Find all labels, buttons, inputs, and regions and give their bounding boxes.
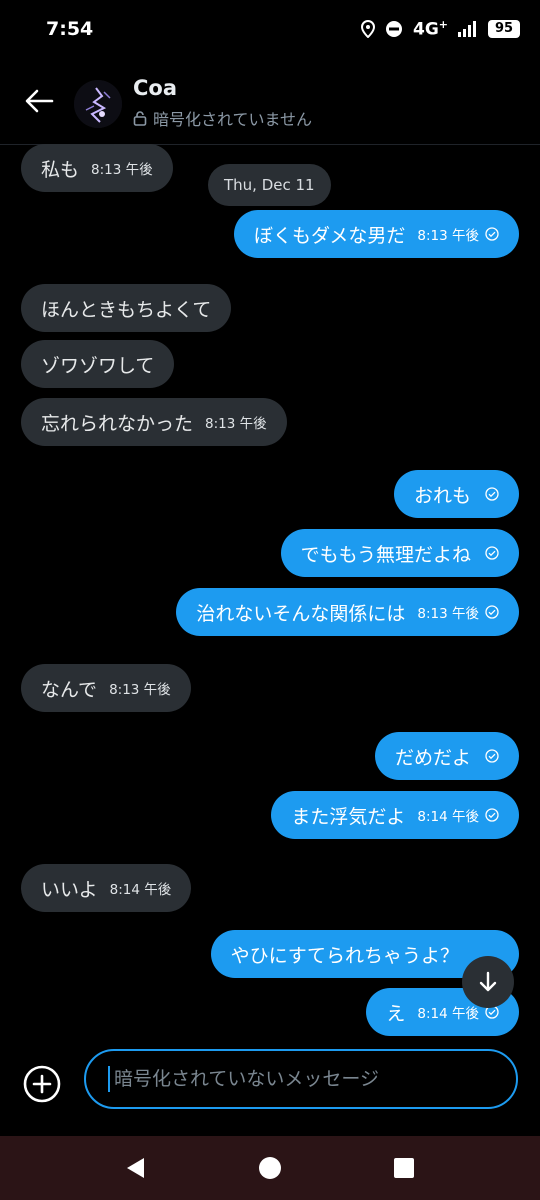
status-bar: 7:54 4G+ 95 bbox=[0, 0, 540, 62]
text-cursor bbox=[108, 1066, 110, 1092]
date-divider: Thu, Dec 11 bbox=[208, 164, 331, 206]
encryption-status: 暗号化されていません bbox=[133, 106, 312, 130]
message-bubble[interactable]: だめだよ bbox=[374, 732, 519, 780]
status-time: 7:54 bbox=[46, 18, 94, 40]
message-bubble[interactable]: ほんときもちよくて bbox=[21, 284, 232, 332]
status-icons: 4G+ 95 bbox=[360, 18, 520, 40]
read-check-icon bbox=[485, 808, 499, 822]
encryption-status-text: 暗号化されていません bbox=[153, 110, 313, 129]
battery-icon: 95 bbox=[488, 19, 520, 38]
message-bubble[interactable]: ゾワゾワして bbox=[21, 340, 175, 388]
message-list[interactable]: 私も 8:13 午後 Thu, Dec 11 ぼくもダメな男だ 8:13 午後 ほん… bbox=[0, 144, 540, 1036]
message-bubble[interactable]: また浮気だよ 8:14 午後 bbox=[271, 791, 519, 839]
message-input[interactable] bbox=[112, 1067, 516, 1091]
message-bubble[interactable]: なんで 8:13 午後 bbox=[21, 664, 191, 712]
signal-icon bbox=[458, 20, 476, 37]
nav-back-icon[interactable] bbox=[124, 1156, 146, 1180]
message-bubble[interactable]: でももう無理だよね bbox=[280, 529, 519, 577]
location-icon bbox=[360, 19, 375, 38]
scroll-to-bottom-button[interactable] bbox=[462, 956, 514, 1008]
message-composer bbox=[0, 1036, 540, 1136]
message-bubble[interactable]: 治れないそんな関係には 8:13 午後 bbox=[176, 588, 519, 636]
message-bubble[interactable]: 忘れられなかった 8:13 午後 bbox=[21, 398, 287, 446]
arrow-down-icon bbox=[479, 971, 497, 992]
read-check-icon bbox=[485, 605, 499, 619]
lock-icon bbox=[133, 111, 147, 126]
nav-recents-icon[interactable] bbox=[394, 1158, 414, 1178]
read-check-icon bbox=[485, 487, 499, 501]
read-check-icon bbox=[485, 227, 499, 241]
add-attachment-icon[interactable] bbox=[22, 1064, 62, 1104]
system-nav-bar bbox=[0, 1136, 540, 1200]
network-label: 4G+ bbox=[412, 18, 448, 40]
message-bubble[interactable]: ぼくもダメな男だ 8:13 午後 bbox=[233, 210, 519, 258]
read-check-icon bbox=[485, 749, 499, 763]
back-arrow-icon[interactable] bbox=[22, 84, 56, 118]
message-bubble[interactable]: 私も 8:13 午後 bbox=[21, 144, 173, 192]
conversation-header: Coa 暗号化されていません bbox=[0, 62, 540, 145]
read-check-icon bbox=[485, 546, 499, 560]
nav-home-icon[interactable] bbox=[258, 1156, 282, 1180]
message-bubble[interactable]: いいよ 8:14 午後 bbox=[21, 864, 192, 912]
message-bubble[interactable]: おれも bbox=[393, 470, 519, 518]
contact-name[interactable]: Coa bbox=[133, 76, 177, 100]
do-not-disturb-icon bbox=[385, 20, 402, 37]
message-input-box[interactable] bbox=[84, 1049, 518, 1109]
avatar[interactable] bbox=[74, 80, 122, 128]
